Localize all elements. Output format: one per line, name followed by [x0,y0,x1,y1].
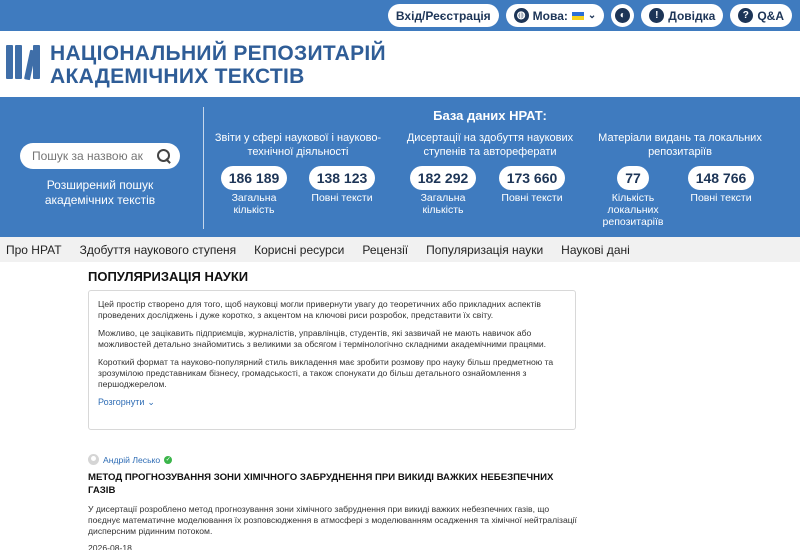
stat-value: 173 660 [498,166,566,190]
help-button[interactable]: ! Довідка [641,4,724,27]
article-title[interactable]: МЕТОД ПРОГНОЗУВАННЯ ЗОНИ ХІМІЧНОГО ЗАБРУ… [88,471,578,497]
chevron-down-icon: ⌄ [587,10,597,21]
stat-value: 148 766 [687,166,755,190]
stat-label: Загальна кількість [231,192,277,216]
qa-label: Q&A [757,8,784,23]
stat-reports-total[interactable]: 186 189 Загальна кількість [214,166,294,216]
expand-button[interactable]: Розгорнути ⌄ [98,397,566,408]
ukraine-flag-icon [571,11,584,20]
globe-icon: ◍ [513,8,529,23]
site-header: НАЦІОНАЛЬНИЙ РЕПОЗИТАРІЙ АКАДЕМІЧНИХ ТЕК… [0,31,800,97]
stats-banner: Розширений пошук академічних текстів Баз… [0,97,800,237]
intro-paragraph: Цей простір створено для того, щоб науко… [98,299,541,320]
language-select[interactable]: ◍ Мова: ⌄ [505,4,605,27]
logo-line-2: АКАДЕМІЧНИХ ТЕКСТІВ [50,65,305,88]
intro-box: Цей простір створено для того, щоб науко… [88,290,576,430]
stat-value: 186 189 [220,166,288,190]
avatar [88,454,99,465]
search-icon[interactable] [156,148,172,164]
stat-label: Повні тексти [690,192,752,204]
stat-label: Загальна кількість [420,192,466,216]
group-dissertations-title: Дисертації на здобуття наукових ступенів… [406,132,574,158]
nav-item-popular-science[interactable]: Популяризація науки [420,243,555,257]
info-icon: ! [649,8,665,23]
contrast-toggle-button[interactable]: ◐ [611,4,635,27]
verified-check-icon: ✓ [164,455,173,464]
stat-value: 182 292 [409,166,477,190]
divider [203,107,204,229]
nav-item-reviews[interactable]: Рецензії [356,243,420,257]
group-reports-title: Звіти у сфері наукової і науково-технічн… [214,132,382,158]
stat-label: Повні тексти [311,192,373,204]
article-date: 2026-08-18 [88,543,132,550]
main-nav: Про НРАТ Здобуття наукового ступеня Кори… [0,237,800,262]
search-input[interactable] [32,149,152,163]
help-label: Довідка [668,8,716,23]
group-materials-title: Матеріали видань та локальних репозитарі… [598,132,762,158]
intro-paragraph: Короткий формат та науково-популярний ст… [98,357,554,389]
chevron-down-icon: ⌄ [147,397,155,407]
author-name: Андрій Лесько [103,454,161,465]
stat-dissertations-full[interactable]: 173 660 Повні тексти [492,166,572,204]
top-actions: Вхід/Реєстрація ◍ Мова: ⌄ ◐ ! Довідка ? … [387,4,792,27]
nav-item-resources[interactable]: Корисні ресурси [248,243,356,257]
page-title: ПОПУЛЯРИЗАЦІЯ НАУКИ [88,269,249,284]
contrast-icon: ◐ [615,8,631,23]
stat-label: Кількість локальних репозитаріїв [602,192,664,228]
stat-value: 138 123 [308,166,376,190]
logo-line-1: НАЦІОНАЛЬНИЙ РЕПОЗИТАРІЙ [50,42,386,65]
nav-item-about[interactable]: Про НРАТ [0,243,74,257]
expand-label: Розгорнути [98,397,145,407]
login-button[interactable]: Вхід/Реєстрація [387,4,499,27]
stat-local-repositories[interactable]: 77 Кількість локальних репозитаріїв [593,166,673,228]
stat-dissertations-total[interactable]: 182 292 Загальна кількість [403,166,483,216]
top-bar: Вхід/Реєстрація ◍ Мова: ⌄ ◐ ! Довідка ? … [0,0,800,31]
search-box[interactable] [20,143,180,169]
stat-reports-full[interactable]: 138 123 Повні тексти [302,166,382,204]
qa-button[interactable]: ? Q&A [730,4,792,27]
site-logo-title[interactable]: НАЦІОНАЛЬНИЙ РЕПОЗИТАРІЙ АКАДЕМІЧНИХ ТЕК… [50,42,386,88]
books-logo-icon[interactable] [6,43,40,81]
advanced-search-link[interactable]: Розширений пошук академічних текстів [20,178,180,208]
language-label: Мова: [532,8,568,23]
stat-materials-full[interactable]: 148 766 Повні тексти [681,166,761,204]
article-author[interactable]: Андрій Лесько ✓ [88,454,173,465]
nav-item-scientific-data[interactable]: Наукові дані [555,243,642,257]
stat-label: Повні тексти [501,192,563,204]
intro-paragraph: Можливо, це зацікавить підприємців, журн… [98,328,547,349]
article-description: У дисертації розроблено метод прогнозува… [88,504,577,536]
nav-item-degree[interactable]: Здобуття наукового ступеня [74,243,249,257]
question-icon: ? [738,8,754,23]
db-title: База даних НРАТ: [433,108,547,123]
stat-value: 77 [617,166,649,190]
